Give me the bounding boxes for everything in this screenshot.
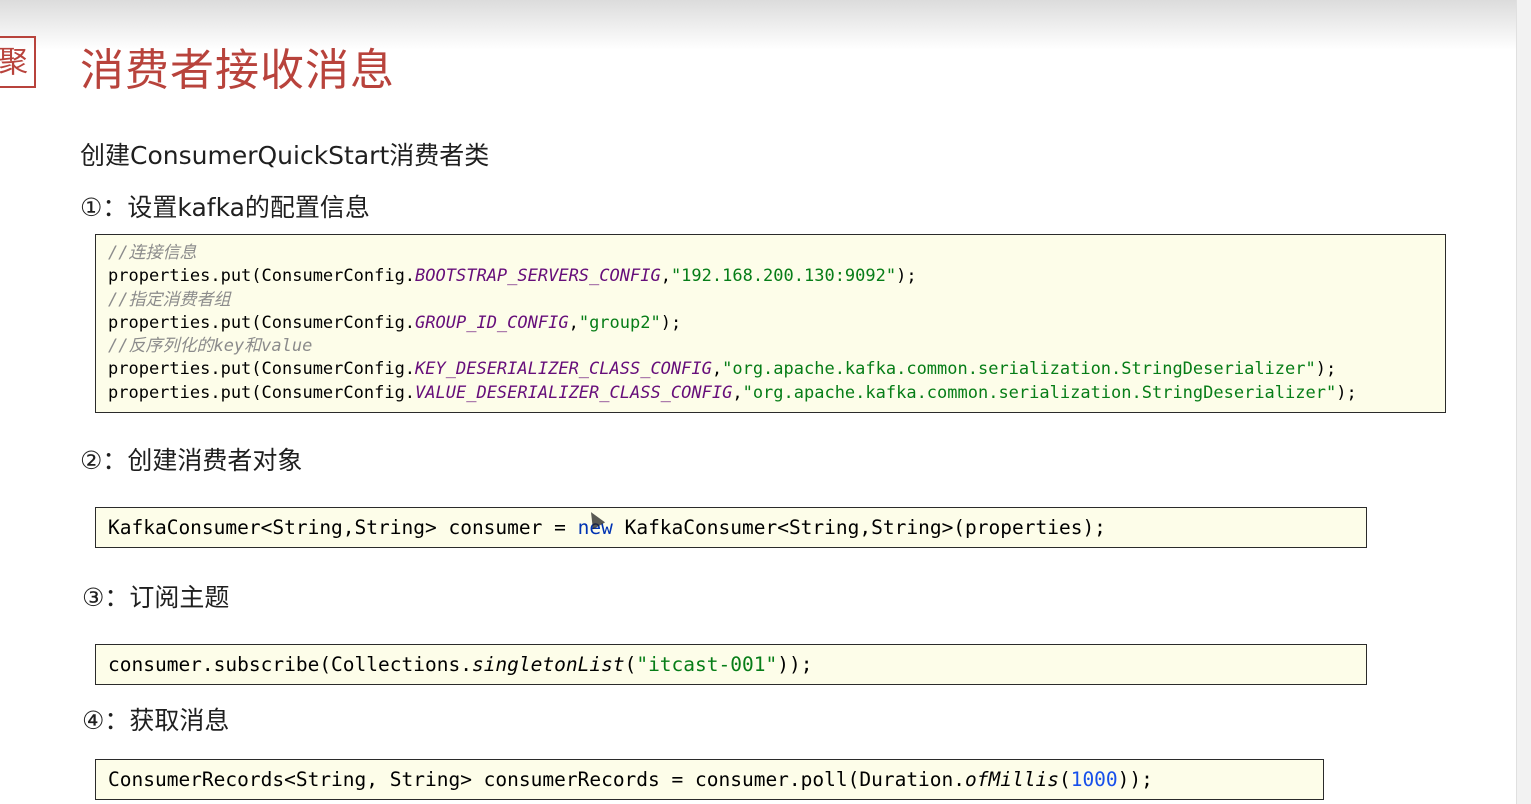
code-token: //连接信息	[108, 243, 197, 263]
code-token: ofMillis	[965, 768, 1059, 791]
code-token: "192.168.200.130:9092"	[670, 266, 897, 287]
code-token: properties.put(ConsumerConfig.	[108, 382, 416, 403]
code-token: ,	[660, 266, 671, 287]
code-token: ,	[711, 359, 723, 380]
code-line: properties.put(ConsumerConfig.KEY_DESERI…	[108, 358, 1433, 381]
slide-title: 消费者接收消息	[80, 45, 395, 96]
code-token: ConsumerRecords<String, String> consumer…	[108, 768, 966, 791]
code-token: KafkaConsumer<String,String> consumer =	[108, 516, 578, 539]
step-3-code-block: consumer.subscribe(Collections.singleton…	[95, 644, 1367, 685]
code-token: );	[1336, 382, 1357, 403]
code-token: );	[1315, 359, 1337, 380]
code-line: KafkaConsumer<String,String> consumer = …	[108, 516, 1354, 540]
code-token: ,	[732, 382, 743, 403]
right-scrollbar[interactable]	[1516, 0, 1531, 804]
step-4-code-block: ConsumerRecords<String, String> consumer…	[95, 759, 1324, 800]
code-token: VALUE_DESERIALIZER_CLASS_CONFIG	[415, 382, 733, 403]
code-line: ConsumerRecords<String, String> consumer…	[108, 768, 1311, 792]
code-token: "group2"	[578, 312, 661, 333]
code-token: KafkaConsumer<String,String>(properties)…	[612, 516, 1106, 539]
code-token: properties.put(ConsumerConfig.	[108, 359, 416, 380]
step-3-heading: ③：订阅主题	[82, 583, 230, 612]
code-line: //连接信息	[108, 242, 1433, 265]
code-token: GROUP_ID_CONFIG	[415, 312, 569, 333]
code-line: //反序列化的key和value	[108, 335, 1433, 358]
step-2-code-block: KafkaConsumer<String,String> consumer = …	[95, 507, 1367, 548]
code-token: ));	[1117, 768, 1153, 791]
code-token: "itcast-001"	[636, 653, 778, 676]
code-token: properties.put(ConsumerConfig.	[108, 312, 416, 333]
code-token: "org.apache.kafka.common.serialization.S…	[722, 359, 1316, 380]
code-line: //指定消费者组	[108, 289, 1433, 312]
code-token: //反序列化的key和value	[108, 336, 313, 357]
code-token: ,	[568, 312, 579, 333]
code-token: consumer.subscribe(Collections.	[108, 653, 472, 676]
side-tag: 聚	[0, 36, 36, 88]
code-line: properties.put(ConsumerConfig.VALUE_DESE…	[108, 382, 1433, 405]
code-line: consumer.subscribe(Collections.singleton…	[108, 653, 1354, 677]
code-token: "org.apache.kafka.common.serialization.S…	[742, 382, 1337, 403]
code-token: 1000	[1070, 768, 1118, 791]
step-2-heading: ②：创建消费者对象	[80, 446, 303, 475]
code-line: properties.put(ConsumerConfig.GROUP_ID_C…	[108, 312, 1433, 335]
code-token: );	[660, 312, 682, 333]
step-4-heading: ④：获取消息	[82, 706, 230, 735]
code-token: //指定消费者组	[108, 289, 231, 310]
code-token: properties.put(ConsumerConfig.	[108, 266, 416, 287]
code-token: ));	[777, 653, 813, 676]
step-1-heading: ①：设置kafka的配置信息	[80, 193, 370, 222]
code-token: singletonList	[471, 653, 625, 676]
intro-text: 创建ConsumerQuickStart消费者类	[80, 141, 490, 170]
code-line: properties.put(ConsumerConfig.BOOTSTRAP_…	[108, 265, 1433, 288]
code-token: BOOTSTRAP_SERVERS_CONFIG	[415, 266, 661, 287]
step-1-code-block: //连接信息 properties.put(ConsumerConfig.BOOT…	[95, 234, 1446, 413]
code-token: );	[896, 266, 917, 287]
code-token: (	[624, 653, 637, 676]
code-token: (	[1058, 768, 1071, 791]
code-token: KEY_DESERIALIZER_CLASS_CONFIG	[415, 359, 712, 380]
